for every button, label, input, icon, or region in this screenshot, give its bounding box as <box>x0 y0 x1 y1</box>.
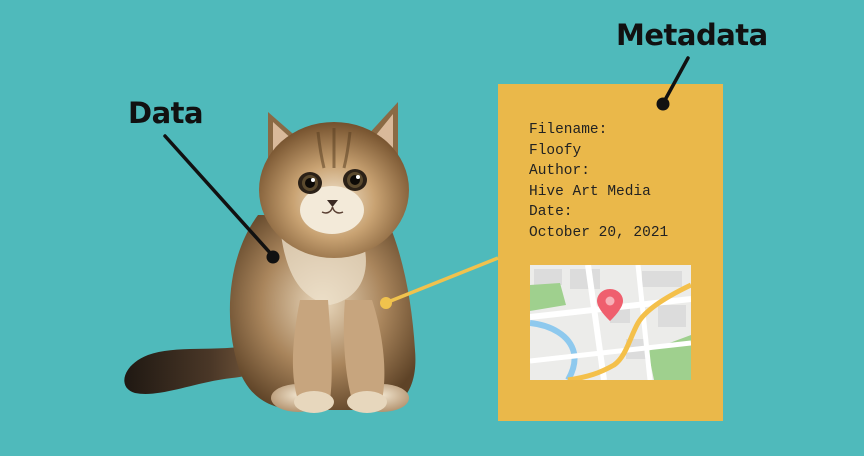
metadata-label: Metadata <box>616 18 768 52</box>
diagram-canvas: Filename: Floofy Author: Hive Art Media … <box>0 0 864 456</box>
map-with-location-pin-icon <box>530 265 691 380</box>
metadata-line-author-label: Author: <box>529 163 590 180</box>
metadata-card: Filename: Floofy Author: Hive Art Media … <box>498 84 723 421</box>
kitten-illustration <box>124 102 416 413</box>
metadata-line-filename-value: Floofy <box>529 142 582 159</box>
metadata-line-date-value: October 20, 2021 <box>529 224 669 241</box>
metadata-line-author-value: Hive Art Media <box>529 183 651 200</box>
metadata-line-filename-label: Filename: <box>529 122 608 138</box>
data-label: Data <box>128 96 204 130</box>
metadata-line-date-label: Date: <box>529 204 573 221</box>
metadata-text: Filename: Floofy Author: Hive Art Media … <box>529 120 668 244</box>
